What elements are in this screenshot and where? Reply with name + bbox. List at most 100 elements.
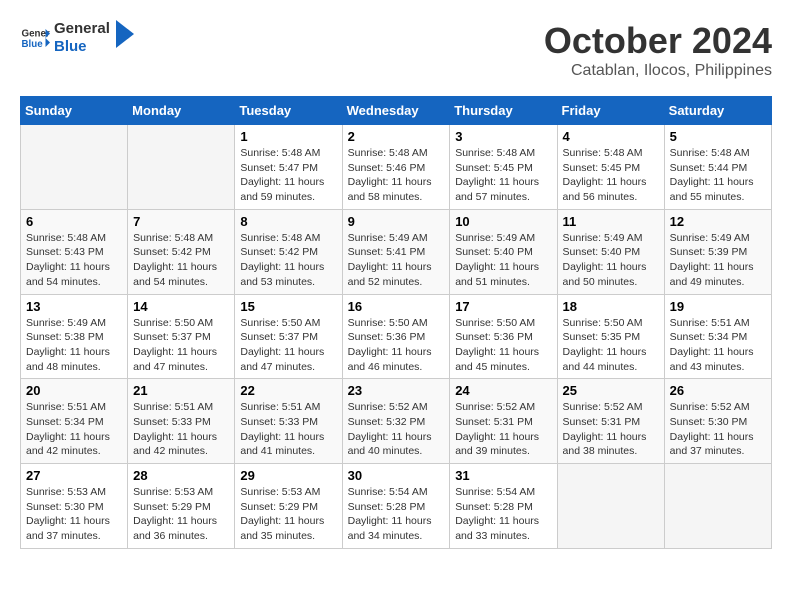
calendar-cell: 18 Sunrise: 5:50 AMSunset: 5:35 PMDayligh… xyxy=(557,294,664,379)
calendar-cell: 19 Sunrise: 5:51 AMSunset: 5:34 PMDayligh… xyxy=(664,294,771,379)
day-info: Sunrise: 5:49 AMSunset: 5:40 PMDaylight:… xyxy=(455,231,551,290)
calendar-cell xyxy=(21,125,128,210)
day-info: Sunrise: 5:48 AMSunset: 5:45 PMDaylight:… xyxy=(563,146,659,205)
day-number: 5 xyxy=(670,129,766,144)
day-number: 4 xyxy=(563,129,659,144)
day-info: Sunrise: 5:53 AMSunset: 5:30 PMDaylight:… xyxy=(26,485,122,544)
logo-general: General xyxy=(54,20,110,38)
calendar-cell: 21Sunrise: 5:51 AMSunset: 5:33 PMDayligh… xyxy=(128,379,235,464)
day-info: Sunrise: 5:54 AMSunset: 5:28 PMDaylight:… xyxy=(348,485,445,544)
calendar-week-5: 27 Sunrise: 5:53 AMSunset: 5:30 PMDayligh… xyxy=(21,464,772,549)
day-number: 10 xyxy=(455,214,551,229)
page-header: General Blue General Blue October 2024 C… xyxy=(20,20,772,80)
day-number: 31 xyxy=(455,468,551,483)
calendar-cell: 12 Sunrise: 5:49 AMSunset: 5:39 PMDayligh… xyxy=(664,209,771,294)
day-number: 27 xyxy=(26,468,122,483)
calendar-cell: 3Sunrise: 5:48 AMSunset: 5:45 PMDaylight… xyxy=(450,125,557,210)
calendar-cell: 31 Sunrise: 5:54 AMSunset: 5:28 PMDayligh… xyxy=(450,464,557,549)
calendar-cell: 25Sunrise: 5:52 AMSunset: 5:31 PMDayligh… xyxy=(557,379,664,464)
day-number: 30 xyxy=(348,468,445,483)
day-info: Sunrise: 5:50 AMSunset: 5:35 PMDaylight:… xyxy=(563,316,659,375)
calendar-cell: 9 Sunrise: 5:49 AMSunset: 5:41 PMDaylight… xyxy=(342,209,450,294)
weekday-header-row: SundayMondayTuesdayWednesdayThursdayFrid… xyxy=(21,97,772,125)
weekday-header-sunday: Sunday xyxy=(21,97,128,125)
calendar-cell: 28 Sunrise: 5:53 AMSunset: 5:29 PMDayligh… xyxy=(128,464,235,549)
day-number: 23 xyxy=(348,383,445,398)
day-info: Sunrise: 5:50 AMSunset: 5:37 PMDaylight:… xyxy=(133,316,229,375)
day-info: Sunrise: 5:48 AMSunset: 5:44 PMDaylight:… xyxy=(670,146,766,205)
day-number: 20 xyxy=(26,383,122,398)
day-info: Sunrise: 5:52 AMSunset: 5:30 PMDaylight:… xyxy=(670,400,766,459)
day-number: 29 xyxy=(240,468,336,483)
weekday-header-monday: Monday xyxy=(128,97,235,125)
calendar-cell: 14 Sunrise: 5:50 AMSunset: 5:37 PMDayligh… xyxy=(128,294,235,379)
calendar-cell: 5 Sunrise: 5:48 AMSunset: 5:44 PMDaylight… xyxy=(664,125,771,210)
calendar-week-1: 1 Sunrise: 5:48 AMSunset: 5:47 PMDaylight… xyxy=(21,125,772,210)
day-info: Sunrise: 5:48 AMSunset: 5:46 PMDaylight:… xyxy=(348,146,445,205)
calendar-cell xyxy=(557,464,664,549)
day-number: 6 xyxy=(26,214,122,229)
calendar-cell: 24 Sunrise: 5:52 AMSunset: 5:31 PMDayligh… xyxy=(450,379,557,464)
day-number: 14 xyxy=(133,299,229,314)
day-info: Sunrise: 5:49 AMSunset: 5:41 PMDaylight:… xyxy=(348,231,445,290)
day-info: Sunrise: 5:52 AMSunset: 5:31 PMDaylight:… xyxy=(455,400,551,459)
day-info: Sunrise: 5:51 AMSunset: 5:34 PMDaylight:… xyxy=(670,316,766,375)
weekday-header-friday: Friday xyxy=(557,97,664,125)
day-number: 24 xyxy=(455,383,551,398)
title-block: October 2024 Catablan, Ilocos, Philippin… xyxy=(544,20,772,80)
weekday-header-wednesday: Wednesday xyxy=(342,97,450,125)
day-number: 19 xyxy=(670,299,766,314)
day-info: Sunrise: 5:54 AMSunset: 5:28 PMDaylight:… xyxy=(455,485,551,544)
weekday-header-saturday: Saturday xyxy=(664,97,771,125)
calendar-cell: 17 Sunrise: 5:50 AMSunset: 5:36 PMDayligh… xyxy=(450,294,557,379)
day-info: Sunrise: 5:48 AMSunset: 5:43 PMDaylight:… xyxy=(26,231,122,290)
day-number: 22 xyxy=(240,383,336,398)
day-info: Sunrise: 5:50 AMSunset: 5:36 PMDaylight:… xyxy=(348,316,445,375)
calendar-cell: 29Sunrise: 5:53 AMSunset: 5:29 PMDayligh… xyxy=(235,464,342,549)
calendar-cell: 20 Sunrise: 5:51 AMSunset: 5:34 PMDayligh… xyxy=(21,379,128,464)
day-number: 26 xyxy=(670,383,766,398)
day-number: 13 xyxy=(26,299,122,314)
calendar-week-2: 6 Sunrise: 5:48 AMSunset: 5:43 PMDaylight… xyxy=(21,209,772,294)
day-number: 7 xyxy=(133,214,229,229)
day-info: Sunrise: 5:49 AMSunset: 5:39 PMDaylight:… xyxy=(670,231,766,290)
day-number: 1 xyxy=(240,129,336,144)
location-subtitle: Catablan, Ilocos, Philippines xyxy=(544,62,772,80)
day-number: 28 xyxy=(133,468,229,483)
day-info: Sunrise: 5:52 AMSunset: 5:32 PMDaylight:… xyxy=(348,400,445,459)
logo-icon: General Blue xyxy=(20,23,50,53)
calendar-cell: 2Sunrise: 5:48 AMSunset: 5:46 PMDaylight… xyxy=(342,125,450,210)
day-number: 11 xyxy=(563,214,659,229)
calendar-cell: 10 Sunrise: 5:49 AMSunset: 5:40 PMDayligh… xyxy=(450,209,557,294)
calendar-cell xyxy=(128,125,235,210)
calendar-cell: 15Sunrise: 5:50 AMSunset: 5:37 PMDayligh… xyxy=(235,294,342,379)
logo: General Blue General Blue xyxy=(20,20,134,56)
day-info: Sunrise: 5:51 AMSunset: 5:33 PMDaylight:… xyxy=(240,400,336,459)
calendar-week-3: 13Sunrise: 5:49 AMSunset: 5:38 PMDayligh… xyxy=(21,294,772,379)
day-info: Sunrise: 5:48 AMSunset: 5:42 PMDaylight:… xyxy=(133,231,229,290)
day-info: Sunrise: 5:48 AMSunset: 5:42 PMDaylight:… xyxy=(240,231,336,290)
day-info: Sunrise: 5:50 AMSunset: 5:37 PMDaylight:… xyxy=(240,316,336,375)
day-info: Sunrise: 5:53 AMSunset: 5:29 PMDaylight:… xyxy=(133,485,229,544)
weekday-header-tuesday: Tuesday xyxy=(235,97,342,125)
day-number: 9 xyxy=(348,214,445,229)
calendar-cell: 1 Sunrise: 5:48 AMSunset: 5:47 PMDaylight… xyxy=(235,125,342,210)
day-info: Sunrise: 5:49 AMSunset: 5:40 PMDaylight:… xyxy=(563,231,659,290)
day-info: Sunrise: 5:51 AMSunset: 5:34 PMDaylight:… xyxy=(26,400,122,459)
calendar-cell: 7 Sunrise: 5:48 AMSunset: 5:42 PMDaylight… xyxy=(128,209,235,294)
day-info: Sunrise: 5:48 AMSunset: 5:47 PMDaylight:… xyxy=(240,146,336,205)
day-number: 25 xyxy=(563,383,659,398)
day-number: 17 xyxy=(455,299,551,314)
calendar-cell: 22 Sunrise: 5:51 AMSunset: 5:33 PMDayligh… xyxy=(235,379,342,464)
day-number: 18 xyxy=(563,299,659,314)
day-number: 12 xyxy=(670,214,766,229)
day-info: Sunrise: 5:51 AMSunset: 5:33 PMDaylight:… xyxy=(133,400,229,459)
calendar-cell: 6 Sunrise: 5:48 AMSunset: 5:43 PMDaylight… xyxy=(21,209,128,294)
day-info: Sunrise: 5:48 AMSunset: 5:45 PMDaylight:… xyxy=(455,146,551,205)
calendar-cell: 27 Sunrise: 5:53 AMSunset: 5:30 PMDayligh… xyxy=(21,464,128,549)
calendar-cell: 26 Sunrise: 5:52 AMSunset: 5:30 PMDayligh… xyxy=(664,379,771,464)
calendar-cell: 4 Sunrise: 5:48 AMSunset: 5:45 PMDaylight… xyxy=(557,125,664,210)
calendar-cell: 13Sunrise: 5:49 AMSunset: 5:38 PMDayligh… xyxy=(21,294,128,379)
calendar-table: SundayMondayTuesdayWednesdayThursdayFrid… xyxy=(20,96,772,549)
day-info: Sunrise: 5:50 AMSunset: 5:36 PMDaylight:… xyxy=(455,316,551,375)
